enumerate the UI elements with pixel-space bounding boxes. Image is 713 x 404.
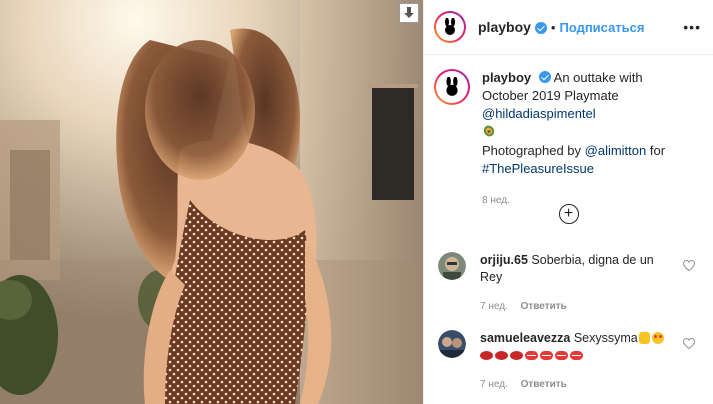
post-caption: playboy An outtake with October 2019 Pla… — [424, 55, 713, 210]
heart-eyes-emoji-icon — [651, 332, 664, 344]
caption-text: playboy An outtake with October 2019 Pla… — [482, 69, 672, 210]
verified-badge-icon — [538, 71, 551, 83]
author-avatar[interactable] — [434, 11, 466, 43]
download-arrow-icon — [404, 7, 414, 18]
commenter-avatar[interactable] — [438, 252, 466, 280]
bunny-logo-icon — [445, 18, 455, 35]
comment: orjiju.65 Soberbia, digna de un Rey 7 не… — [424, 252, 713, 315]
kiss-lips-emoji-icon — [480, 351, 493, 360]
comment-meta: 7 нед. Ответить — [480, 298, 670, 315]
mouth-emoji-icon — [570, 351, 583, 360]
post-photo[interactable] — [0, 0, 423, 404]
post-header: playboy • Подписаться ••• — [424, 0, 713, 55]
mention-link[interactable]: @alimitton — [585, 143, 647, 158]
reply-button[interactable]: Ответить — [521, 379, 567, 390]
comment-time[interactable]: 7 нед. — [480, 301, 508, 312]
heart-icon[interactable] — [683, 338, 695, 349]
comment-text: Sexyssyma — [573, 331, 638, 345]
comment-username[interactable]: orjiju.65 — [480, 253, 528, 267]
caption-avatar[interactable] — [434, 69, 470, 105]
verified-badge-icon — [534, 22, 547, 34]
reply-button[interactable]: Ответить — [521, 301, 567, 312]
photo-image — [0, 0, 423, 404]
heart-icon[interactable] — [683, 260, 695, 271]
comment: samueleavezza Sexyssyma 7 нед. Ответить — [424, 330, 713, 393]
comment-username[interactable]: samueleavezza — [480, 331, 570, 345]
caption-text-part: for — [646, 143, 666, 158]
mention-link[interactable]: @hildadiaspimentel — [482, 106, 596, 121]
load-more-comments[interactable]: + — [424, 204, 713, 224]
caption-text-part: Photographed by — [482, 143, 585, 158]
avocado-emoji-icon — [483, 125, 495, 137]
hashtag-link[interactable]: #ThePleasureIssue — [482, 161, 594, 176]
comment-meta: 7 нед. Ответить — [480, 376, 670, 393]
mouth-emoji-icon — [555, 351, 568, 360]
follow-button[interactable]: Подписаться — [559, 20, 644, 35]
comment-time[interactable]: 7 нед. — [480, 379, 508, 390]
more-options-icon[interactable]: ••• — [683, 19, 701, 35]
commenter-avatar[interactable] — [438, 330, 466, 358]
kiss-lips-emoji-icon — [495, 351, 508, 360]
bunny-logo-icon — [446, 77, 458, 96]
thumbs-up-emoji-icon — [638, 332, 650, 344]
download-button[interactable] — [399, 3, 419, 23]
mouth-emoji-icon — [540, 351, 553, 360]
mouth-emoji-icon — [525, 351, 538, 360]
post-sidebar: playboy • Подписаться ••• playboy An out… — [423, 0, 713, 404]
comment-body: samueleavezza Sexyssyma 7 нед. Ответить — [480, 330, 670, 393]
comment-body: orjiju.65 Soberbia, digna de un Rey 7 не… — [480, 252, 670, 315]
plus-circle-icon: + — [558, 204, 579, 224]
instagram-post: playboy • Подписаться ••• playboy An out… — [0, 0, 713, 404]
caption-username[interactable]: playboy — [482, 70, 531, 85]
kiss-lips-emoji-icon — [510, 351, 523, 360]
author-username[interactable]: playboy — [478, 19, 531, 35]
separator-dot: • — [550, 19, 556, 35]
